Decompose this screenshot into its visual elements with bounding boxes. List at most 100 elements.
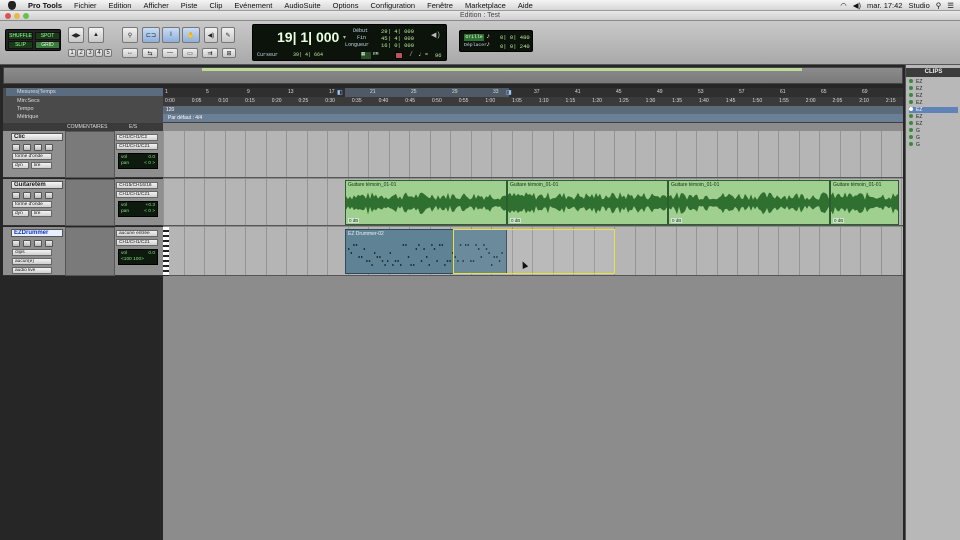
automation-mode-2[interactable]: audio live: [12, 267, 52, 274]
user-name[interactable]: Studio: [908, 1, 929, 10]
track-comments[interactable]: [65, 131, 115, 178]
nudge-label[interactable]: Déplacer: [464, 43, 487, 48]
menu-window[interactable]: Fenêtre: [421, 1, 459, 10]
output-select[interactable]: CH1/CH1/C21: [116, 191, 158, 198]
solo-button[interactable]: [34, 240, 42, 247]
clock[interactable]: mar. 17:42: [867, 1, 902, 10]
universe-view[interactable]: [3, 67, 903, 84]
clip-list-item[interactable]: G: [909, 128, 920, 134]
mode-slip[interactable]: SLIP: [8, 41, 33, 49]
clip-list-item[interactable]: EZ: [909, 86, 922, 92]
record-arm-button[interactable]: [12, 240, 20, 247]
menu-audiosuite[interactable]: AudioSuite: [278, 1, 326, 10]
mute-button[interactable]: [45, 192, 53, 199]
zoom-preset-5[interactable]: 5: [104, 49, 112, 57]
track-lane-clic[interactable]: [163, 131, 903, 178]
record-arm-button[interactable]: [12, 192, 20, 199]
input-monitor-button[interactable]: [23, 192, 31, 199]
ruler-minsecs-label[interactable]: Min:Secs: [17, 97, 40, 105]
track-view-select[interactable]: forme d'onde: [12, 201, 52, 208]
spotlight-icon[interactable]: ⚲: [936, 1, 942, 10]
smart-tool-icon[interactable]: ⊞: [222, 48, 236, 58]
audio-clip[interactable]: Guitare témoin_01-01 0 dB: [668, 180, 830, 225]
automation-mode-2[interactable]: lire: [31, 162, 52, 169]
input-select[interactable]: CH15/CH16/16: [116, 182, 158, 189]
clip-gain[interactable]: 0 dB: [510, 218, 522, 223]
automation-mode[interactable]: aucun(e): [12, 258, 52, 265]
solo-button[interactable]: [34, 192, 42, 199]
clip-list-item[interactable]: EZ: [909, 93, 922, 99]
conductor-icon[interactable]: ⁄: [409, 51, 413, 59]
pan-value[interactable]: < 0 >: [144, 161, 155, 167]
ruler-bars-beats-label[interactable]: Mesures|Temps: [6, 88, 163, 96]
clips-list-title[interactable]: CLIPS: [906, 68, 960, 77]
vol-pan-display[interactable]: vol +0.3 pan < 0 >: [118, 201, 158, 217]
minimize-window-icon[interactable]: [14, 13, 20, 19]
vol-pan-display[interactable]: vol 0.0 pan < 0 >: [118, 153, 158, 169]
counter-menu-icon[interactable]: ▾: [343, 34, 346, 41]
menu-file[interactable]: Fichier: [68, 1, 103, 10]
scrubber-tool-icon[interactable]: ◀): [204, 27, 218, 43]
selector-tool-icon[interactable]: I: [162, 27, 180, 43]
zoom-preset-3[interactable]: 3: [86, 49, 94, 57]
meter-ruler[interactable]: Par défaut : 4/4: [163, 114, 903, 122]
clip-gain[interactable]: 0 dB: [348, 218, 360, 223]
length-value[interactable]: 16| 0| 000: [381, 42, 414, 49]
pencil-tool-icon[interactable]: ✎: [221, 27, 235, 43]
solo-button[interactable]: [34, 144, 42, 151]
menu-app[interactable]: Pro Tools: [22, 1, 68, 10]
menu-track[interactable]: Piste: [175, 1, 204, 10]
end-value[interactable]: 45| 4| 000: [381, 35, 414, 42]
clip-gain[interactable]: 0 dB: [671, 218, 683, 223]
clip-gain[interactable]: 0 dB: [833, 218, 845, 223]
zoom-out-icon[interactable]: ◀▶: [68, 27, 84, 43]
tempo-ruler[interactable]: 120: [163, 106, 903, 114]
record-enable-icon[interactable]: [395, 52, 403, 59]
clip-list-item[interactable]: EZ: [909, 114, 922, 120]
link-selection-icon[interactable]: ⇆: [142, 48, 158, 58]
speaker-icon[interactable]: ◀): [431, 31, 441, 40]
clip-list-item[interactable]: EZ: [909, 100, 922, 106]
grid-toggle[interactable]: Grille: [464, 34, 484, 41]
bars-ruler[interactable]: [163, 88, 903, 97]
clip-list-item-selected[interactable]: EZ: [909, 107, 958, 113]
track-view-select[interactable]: forme d'onde: [12, 153, 52, 160]
nudge-value[interactable]: 0| 0| 240: [500, 43, 530, 50]
mute-button[interactable]: [45, 240, 53, 247]
grid-value[interactable]: 0| 0| 480: [500, 34, 530, 41]
menu-marketplace[interactable]: Marketplace: [459, 1, 512, 10]
track-view-select[interactable]: clips: [12, 249, 52, 256]
menu-view[interactable]: Afficher: [137, 1, 174, 10]
tab-to-transients-icon[interactable]: ↔: [122, 48, 138, 58]
insertion-follow-icon[interactable]: ▭: [182, 48, 198, 58]
list-icon[interactable]: ☰: [947, 1, 954, 10]
automation-mode-2[interactable]: lire: [31, 210, 52, 217]
input-select[interactable]: CH1/CH1/C2: [116, 134, 158, 141]
pan-value[interactable]: < 0 >: [144, 209, 155, 215]
track-lane-guitare[interactable]: Guitare témoin_01-01 0 dB Guitare témoin…: [163, 179, 903, 226]
vol-value[interactable]: 0.0: [148, 251, 155, 257]
mute-button[interactable]: [45, 144, 53, 151]
menu-clip[interactable]: Clip: [203, 1, 228, 10]
piano-keyboard[interactable]: [163, 227, 169, 276]
selection-start-marker[interactable]: ◧: [337, 89, 343, 96]
close-window-icon[interactable]: [5, 13, 11, 19]
menu-setup[interactable]: Configuration: [364, 1, 421, 10]
clip-list-item[interactable]: EZ: [909, 79, 922, 85]
input-monitor-button[interactable]: [23, 240, 31, 247]
zoom-preset-2[interactable]: 2: [77, 49, 85, 57]
track-name[interactable]: Guitaretém: [11, 181, 63, 189]
audio-clip[interactable]: Guitare témoin_01-01 0 dB: [345, 180, 507, 225]
zoom-window-icon[interactable]: [23, 13, 29, 19]
track-name[interactable]: EZDrummer: [11, 229, 63, 237]
clip-list-item[interactable]: G: [909, 142, 920, 148]
apple-icon[interactable]: [8, 0, 16, 10]
automation-mode[interactable]: dyn: [12, 162, 29, 169]
input-monitor-button[interactable]: [23, 144, 31, 151]
volume-icon[interactable]: ◀): [853, 1, 861, 10]
keyboard-focus-icon[interactable]: ⇉: [202, 48, 218, 58]
track-lane-ezdrummer[interactable]: EZ Drummer-02: [163, 227, 903, 276]
main-counter-value[interactable]: 19| 1| 000: [277, 29, 339, 45]
audio-clip[interactable]: Guitare témoin_01-01 0 dB: [507, 180, 668, 225]
audio-clip[interactable]: Guitare témoin_01-01 0 dB: [830, 180, 899, 225]
